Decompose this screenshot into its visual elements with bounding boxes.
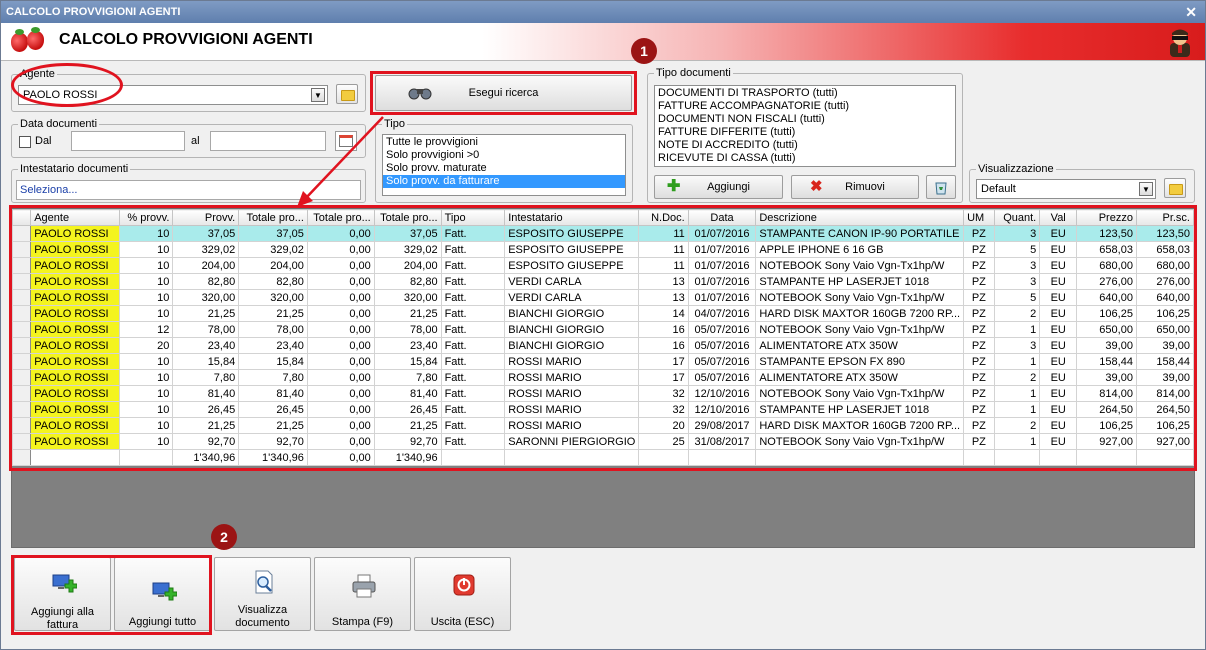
dal-checkbox[interactable]	[19, 136, 31, 148]
highlight-box-search	[370, 71, 637, 115]
strawberry-logo-icon	[11, 29, 28, 52]
list-item[interactable]: DOCUMENTI NON FISCALI (tutti)	[658, 113, 952, 126]
rimuovi-button[interactable]: ✖ Rimuovi	[791, 175, 919, 199]
highlight-ellipse-agente	[11, 63, 123, 107]
tipo-documenti-group: Tipo documenti DOCUMENTI DI TRASPORTO (t…	[647, 67, 963, 203]
dal-label: Dal	[35, 135, 52, 147]
view-document-label: Visualizza documento	[235, 604, 290, 629]
list-item[interactable]: RICEVUTE DI CASSA (tutti)	[658, 152, 952, 165]
recycle-button[interactable]	[926, 175, 956, 199]
chevron-down-icon[interactable]: ▼	[1139, 182, 1153, 196]
dal-date-input[interactable]	[71, 131, 185, 151]
exit-button[interactable]: Uscita (ESC)	[414, 557, 511, 631]
badge-2: 2	[211, 524, 237, 550]
list-item[interactable]: FATTURE DIFFERITE (tutti)	[658, 126, 952, 139]
power-exit-icon	[453, 574, 475, 596]
aggiungi-label: Aggiungi	[707, 181, 750, 193]
visualizzazione-select[interactable]: Default ▼	[976, 179, 1156, 199]
rimuovi-label: Rimuovi	[845, 181, 885, 193]
header-banner: CALCOLO PROVVIGIONI AGENTI	[1, 23, 1205, 61]
highlight-box-toolbar	[11, 555, 212, 635]
intestatario-legend: Intestatario documenti	[18, 163, 131, 175]
plus-icon: ✚	[667, 178, 681, 195]
title-bar: CALCOLO PROVVIGIONI AGENTI ✕	[1, 1, 1205, 23]
remove-x-icon: ✖	[810, 178, 823, 195]
al-label: al	[191, 135, 200, 147]
view-document-button[interactable]: Visualizza documento	[214, 557, 311, 631]
print-button[interactable]: Stampa (F9)	[314, 557, 411, 631]
list-item[interactable]: FATTURE ACCOMPAGNATORIE (tutti)	[658, 100, 952, 113]
strawberry-logo-icon	[27, 27, 44, 50]
folder-icon[interactable]	[336, 84, 358, 104]
tipo-option[interactable]: Solo provvigioni >0	[386, 149, 622, 162]
intestatario-value: Seleziona...	[20, 184, 78, 196]
badge-1: 1	[631, 38, 657, 64]
tipo-option-selected[interactable]: Solo provv. da fatturare	[383, 175, 625, 188]
visualizzazione-value: Default	[981, 183, 1016, 195]
data-documenti-legend: Data documenti	[18, 118, 100, 130]
highlight-box-grid	[9, 205, 1197, 471]
tipo-documenti-legend: Tipo documenti	[654, 67, 733, 79]
visualizzazione-group: Visualizzazione Default ▼	[969, 163, 1195, 203]
window-title: CALCOLO PROVVIGIONI AGENTI	[6, 6, 181, 18]
printer-icon	[352, 574, 376, 598]
folder-icon[interactable]	[1164, 178, 1186, 198]
tipo-documenti-listbox[interactable]: DOCUMENTI DI TRASPORTO (tutti) FATTURE A…	[654, 85, 956, 167]
print-label: Stampa (F9)	[331, 616, 394, 628]
agent-avatar-icon	[1170, 29, 1190, 57]
page-title: CALCOLO PROVVIGIONI AGENTI	[59, 31, 313, 48]
close-icon[interactable]: ✕	[1185, 1, 1197, 23]
tipo-option[interactable]: Solo provv. maturate	[386, 162, 622, 175]
visualizzazione-legend: Visualizzazione	[976, 163, 1056, 175]
recycle-bin-icon	[935, 182, 947, 195]
tipo-listbox[interactable]: Tutte le provvigioni Solo provvigioni >0…	[382, 134, 626, 196]
tipo-group: Tipo Tutte le provvigioni Solo provvigio…	[375, 118, 633, 203]
document-magnifier-icon	[255, 570, 273, 594]
list-item[interactable]: DOCUMENTI DI TRASPORTO (tutti)	[658, 87, 952, 100]
list-item[interactable]: NOTE DI ACCREDITO (tutti)	[658, 139, 952, 152]
aggiungi-button[interactable]: ✚ Aggiungi	[654, 175, 783, 199]
annotation-arrow-icon	[297, 116, 384, 207]
tipo-option[interactable]: Tutte le provvigioni	[386, 136, 622, 149]
main-window: CALCOLO PROVVIGIONI AGENTI ✕ CALCOLO PRO…	[0, 0, 1206, 650]
chevron-down-icon[interactable]: ▼	[311, 88, 325, 102]
exit-label: Uscita (ESC)	[430, 616, 495, 628]
